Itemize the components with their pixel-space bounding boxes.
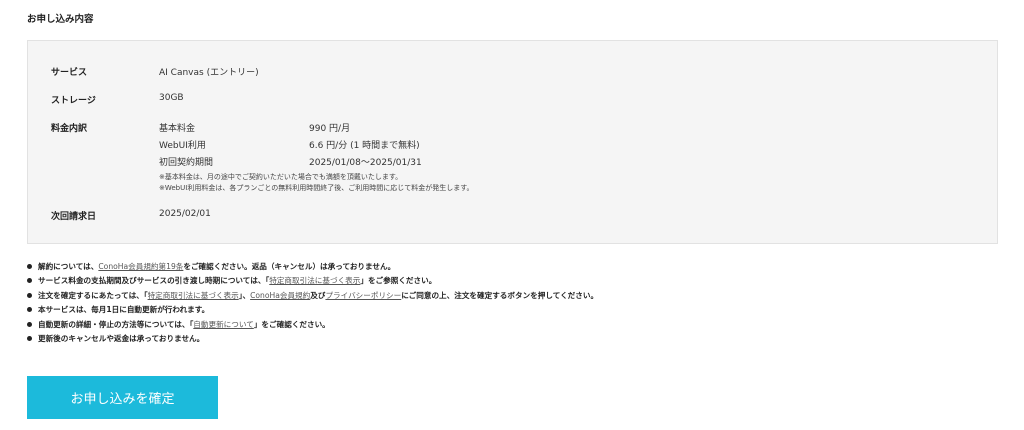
terms-text: 及び [310, 290, 326, 300]
section-title: お申し込み内容 [27, 14, 94, 25]
terms-text: 本サービスは、毎月1日に自動更新が行われます。 [38, 305, 210, 315]
terms-text: 解約については、 [38, 261, 99, 271]
fee-name: 基本料金 [159, 124, 196, 134]
commercial-law-link[interactable]: 特定商取引法に基づく表示 [148, 290, 239, 301]
bullet-icon [27, 336, 32, 342]
fee-name: 初回契約期間 [159, 158, 214, 168]
privacy-policy-link[interactable]: プライバシーポリシー [325, 290, 401, 301]
fee-amount: 2025/01/08〜2025/01/31 [309, 158, 422, 168]
storage-value: 30GB [159, 93, 184, 103]
terms-text: 更新後のキャンセルや返金は承っておりません。 [38, 334, 205, 344]
commercial-law-link[interactable]: 特定商取引法に基づく表示 [269, 275, 360, 286]
fee-amount: 6.6 円/分 (1 時間まで無料) [309, 141, 420, 151]
terms-text: 自動更新の詳細・停止の方法等については、「 [38, 319, 194, 329]
terms-text: サービス料金の支払期間及びサービスの引き渡し時期については、「 [38, 276, 270, 286]
terms-text: 」をご参照ください。 [360, 276, 437, 286]
fee-note-basic: ※基本料金は、月の途中でご契約いただいた場合でも満額を頂戴いたします。 [159, 173, 403, 181]
bullet-icon [27, 278, 32, 284]
terms-item-consent: 注文を確定するにあたっては、「 特定商取引法に基づく表示」、 ConoHa会員規約及… [27, 288, 598, 303]
terms-text: をご確認ください。返品（キャンセル）は承っておりません。 [183, 261, 396, 271]
terms-text: 」、 [238, 290, 251, 300]
bullet-icon [27, 263, 32, 269]
terms-item-cancellation: 解約については、 ConoHa会員規約第19条 をご確認ください。返品（キャンセル）… [27, 259, 598, 274]
fee-breakdown: 基本料金 990 円/月 WebUI利用 6.6 円/分 (1 時間まで無料) … [159, 121, 559, 172]
order-summary-box: サービス AI Canvas (エントリー) ストレージ 30GB 料金内訳 基… [27, 40, 998, 244]
terms-item-auto-renew-details: 自動更新の詳細・停止の方法等については、「 自動更新について 」をご確認ください。 [27, 317, 598, 332]
fee-name: WebUI利用 [159, 141, 206, 151]
auto-renewal-link[interactable]: 自動更新について [193, 319, 254, 330]
bullet-icon [27, 321, 32, 327]
fee-amount: 990 円/月 [309, 124, 351, 134]
storage-label: ストレージ [51, 96, 96, 106]
terms-item-no-refund: 更新後のキャンセルや返金は承っておりません。 [27, 332, 598, 347]
terms-list: 解約については、 ConoHa会員規約第19条 をご確認ください。返品（キャンセル）… [27, 259, 598, 346]
fee-note-webui: ※WebUI利用料金は、各プランごとの無料利用時間終了後、ご利用時間に応じて料金… [159, 184, 474, 192]
terms-text: 注文を確定するにあたっては、「 [38, 290, 148, 300]
bullet-icon [27, 292, 32, 298]
terms-item-auto-renew: 本サービスは、毎月1日に自動更新が行われます。 [27, 303, 598, 318]
fee-row-initial-period: 初回契約期間 2025/01/08〜2025/01/31 [159, 155, 559, 172]
membership-terms-link[interactable]: ConoHa会員規約 [250, 290, 310, 301]
service-label: サービス [51, 68, 88, 78]
next-billing-value: 2025/02/01 [159, 209, 211, 219]
terms-text: 」をご確認ください。 [253, 319, 330, 329]
terms-text: にご同意の上、注文を確定するボタンを押してください。 [401, 290, 599, 300]
next-billing-label: 次回請求日 [51, 212, 97, 222]
confirm-order-button[interactable]: お申し込みを確定 [27, 376, 218, 419]
service-value: AI Canvas (エントリー) [159, 68, 259, 78]
fee-row-basic: 基本料金 990 円/月 [159, 121, 559, 138]
fees-label: 料金内訳 [51, 124, 88, 134]
terms-item-payment-period: サービス料金の支払期間及びサービスの引き渡し時期については、「 特定商取引法に基づ… [27, 274, 598, 289]
bullet-icon [27, 307, 32, 313]
fee-row-webui: WebUI利用 6.6 円/分 (1 時間まで無料) [159, 138, 559, 155]
membership-terms-art19-link[interactable]: ConoHa会員規約第19条 [98, 261, 183, 272]
